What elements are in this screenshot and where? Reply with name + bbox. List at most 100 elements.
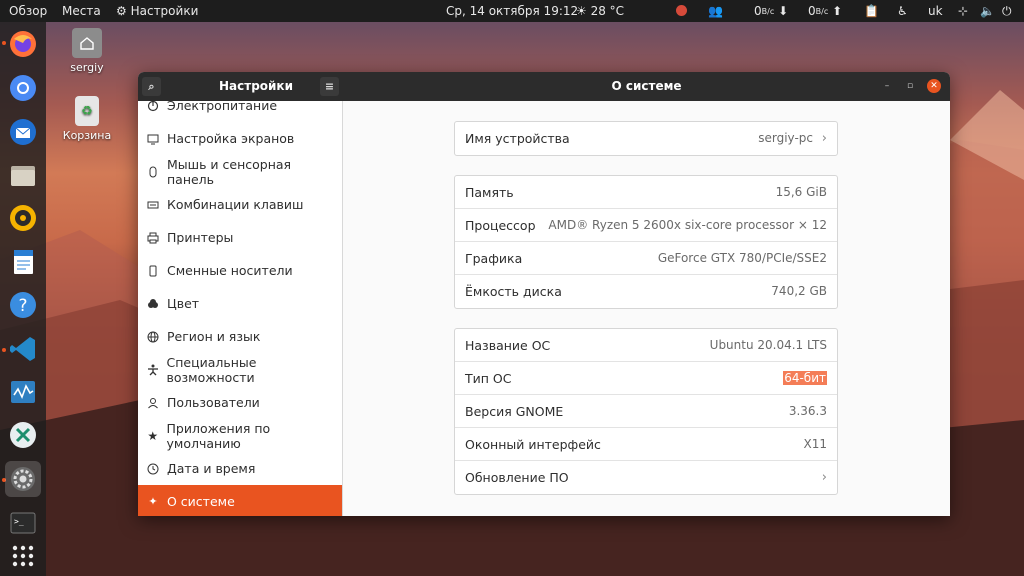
info-row: Ёмкость диска 740,2 GB (455, 275, 837, 308)
page-title: О системе (611, 79, 682, 93)
hamburger-icon: ≡ (324, 80, 335, 93)
accessibility-menu-icon[interactable]: ♿ (897, 0, 908, 22)
sidebar-item-mouse[interactable]: Мышь и сенсорная панель (138, 155, 342, 188)
sidebar-item-label: Специальные возможности (166, 354, 257, 385)
activities-button[interactable]: Обзор (9, 0, 47, 22)
sidebar-item-region-language[interactable]: Регион и язык (138, 320, 342, 353)
keyboard-layout[interactable]: uk (928, 0, 943, 22)
mouse-icon (146, 165, 160, 179)
home-folder-icon (72, 28, 102, 58)
processor-label: Процессор (465, 218, 536, 233)
app-menu[interactable]: ⚙ Настройки (116, 0, 198, 22)
sidebar-item-color[interactable]: Цвет (138, 287, 342, 320)
people-icon[interactable]: 👥 (708, 0, 723, 22)
settings-window: ⌕ Настройки ≡ О системе – ▫ ✕ Электропит… (138, 72, 950, 516)
system-monitor-icon[interactable] (5, 374, 41, 410)
network-icon[interactable]: ⊹ (958, 0, 968, 22)
sidebar-item-accessibility[interactable]: Специальные возможности (138, 353, 342, 386)
settings-sidebar: Электропитание Настройка экранов Мышь и … (138, 101, 343, 516)
clock-button[interactable]: Ср, 14 октября 19:12 (446, 0, 578, 22)
trash-icon: ♻ (75, 96, 99, 126)
help-icon[interactable]: ? (5, 287, 41, 323)
sidebar-item-about[interactable]: ✦ О системе (138, 485, 342, 516)
files-icon[interactable] (5, 157, 41, 193)
hardware-group: Память 15,6 GiB Процессор AMD® Ryzen 5 2… (454, 175, 838, 309)
power-menu-icon[interactable]: ⏻ (1002, 0, 1012, 22)
power-icon (146, 101, 160, 113)
vscode-icon[interactable] (5, 331, 41, 367)
info-row: Оконный интерфейс X11 (455, 428, 837, 461)
net-down-unit: B/c (761, 7, 775, 16)
sidebar-item-label: Приложения по умолчанию (166, 420, 271, 451)
desktop-home-label: sergiy (70, 61, 104, 74)
sidebar-item-printers[interactable]: Принтеры (138, 221, 342, 254)
show-applications-icon[interactable] (5, 538, 41, 574)
device-name-row[interactable]: Имя устройства sergiy-pc › (455, 122, 837, 155)
sidebar-title: Настройки (218, 79, 293, 93)
libreoffice-writer-icon[interactable] (5, 244, 41, 280)
windowing-system-label: Оконный интерфейс (465, 437, 601, 452)
close-button[interactable]: ✕ (927, 79, 941, 93)
keyboard-icon (146, 198, 160, 212)
sidebar-item-power[interactable]: Электропитание (138, 101, 342, 122)
sidebar-item-date-time[interactable]: Дата и время (138, 452, 342, 485)
sidebar-item-removable-media[interactable]: Сменные носители (138, 254, 342, 287)
sidebar-item-displays[interactable]: Настройка экранов (138, 122, 342, 155)
sidebar-item-users[interactable]: Пользователи (138, 386, 342, 419)
info-row: Тип ОС 64-бит (455, 362, 837, 395)
remote-desktop-icon[interactable] (5, 417, 41, 453)
maximize-button[interactable]: ▫ (903, 79, 917, 93)
sidebar-item-label: Мышь и сенсорная панель (166, 156, 292, 187)
printer-icon (146, 231, 160, 245)
gnome-version-label: Версия GNOME (465, 404, 564, 419)
weather-indicator[interactable]: ☀ 28 °C (576, 0, 624, 22)
gear-icon: ⚙ (116, 4, 127, 18)
chromium-icon[interactable] (5, 70, 41, 106)
star-icon: ★ (147, 428, 159, 443)
volume-icon[interactable]: 🔈 (980, 0, 995, 22)
sidebar-item-default-apps[interactable]: ★ Приложения по умолчанию (138, 419, 342, 452)
net-down-indicator: 0B/c ⬇ (754, 0, 788, 22)
os-type-value: 64-бит (783, 362, 827, 395)
rhythmbox-icon[interactable] (5, 200, 41, 236)
menu-button[interactable]: ≡ (320, 77, 339, 96)
thunderbird-icon[interactable] (5, 114, 41, 150)
minimize-icon: – (884, 81, 890, 91)
sidebar-item-label: О системе (167, 494, 235, 509)
search-button[interactable]: ⌕ (142, 77, 161, 96)
desktop-home-folder[interactable]: sergiy (52, 28, 122, 74)
clipboard-icon[interactable]: 📋 (864, 0, 879, 22)
terminal-icon[interactable]: >_ (5, 505, 41, 541)
minimize-button[interactable]: – (880, 79, 894, 93)
sidebar-item-label: Комбинации клавиш (167, 197, 304, 212)
net-up-unit: B/c (815, 7, 829, 16)
memory-label: Память (465, 185, 514, 200)
firefox-icon[interactable] (5, 26, 41, 62)
places-menu[interactable]: Места (62, 0, 101, 22)
record-icon[interactable] (676, 0, 687, 22)
search-icon: ⌕ (148, 79, 155, 93)
arrow-up-icon: ⬆ (832, 4, 843, 18)
sidebar-item-keyboard[interactable]: Комбинации клавиш (138, 188, 342, 221)
top-bar: Обзор Места ⚙ Настройки Ср, 14 октября 1… (0, 0, 1024, 22)
info-row: Графика GeForce GTX 780/PCIe/SSE2 (455, 242, 837, 275)
net-up-indicator: 0B/c ⬆ (808, 0, 842, 22)
os-type-label: Тип ОС (465, 371, 512, 386)
maximize-icon: ▫ (906, 81, 914, 91)
color-icon (146, 297, 160, 311)
settings-icon[interactable] (5, 461, 41, 497)
sidebar-item-label: Электропитание (167, 101, 278, 113)
desktop-trash-label: Корзина (62, 129, 112, 142)
graphics-value: GeForce GTX 780/PCIe/SSE2 (657, 251, 827, 265)
svg-text:>_: >_ (14, 517, 24, 526)
user-icon (146, 396, 160, 410)
software-updates-row[interactable]: Обновление ПО › (455, 461, 837, 494)
disk-capacity-label: Ёмкость диска (465, 284, 562, 299)
about-panel: Имя устройства sergiy-pc › Память 15,6 G… (343, 101, 950, 516)
desktop-trash[interactable]: ♻ Корзина (52, 96, 122, 142)
info-row: Версия GNOME 3.36.3 (455, 395, 837, 428)
info-row: Название ОС Ubuntu 20.04.1 LTS (455, 329, 837, 362)
net-up-value: 0 (808, 4, 816, 18)
selected-text: 64-бит (783, 371, 827, 385)
sidebar-item-label: Сменные носители (167, 263, 293, 278)
